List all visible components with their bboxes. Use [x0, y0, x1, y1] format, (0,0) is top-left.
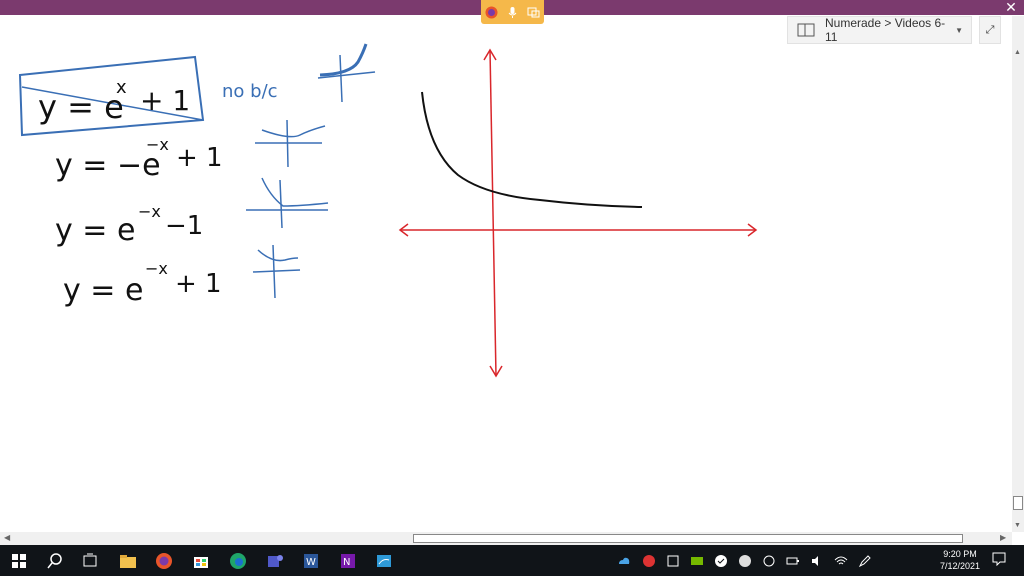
volume-icon[interactable]: [810, 554, 824, 568]
nvidia-icon[interactable]: [690, 554, 704, 568]
equation-2-tail: + 1: [176, 143, 223, 173]
wifi-icon[interactable]: [834, 554, 848, 568]
sketch-3: [246, 177, 329, 229]
decay-curve: [421, 91, 643, 208]
equation-4: y = e: [63, 273, 143, 308]
clock-time: 9:20 PM: [943, 549, 977, 559]
onenote-icon[interactable]: N: [338, 551, 358, 571]
equation-2-exponent: −x: [146, 135, 169, 154]
task-view-icon[interactable]: [80, 551, 100, 571]
svg-text:N: N: [343, 557, 350, 568]
scroll-right-icon[interactable]: ▶: [1000, 533, 1006, 542]
tray-app-icon[interactable]: [642, 554, 656, 568]
scroll-up-icon[interactable]: ▲: [1014, 49, 1021, 56]
equation-1-exponent: x: [116, 77, 127, 98]
equation-3-exponent: −x: [138, 202, 161, 221]
equation-4-tail: + 1: [175, 269, 222, 299]
equation-1: y = e: [38, 88, 124, 126]
snip-tray-icon[interactable]: [666, 554, 680, 568]
tray-app2-icon[interactable]: [738, 554, 752, 568]
clock-date: 7/12/2021: [939, 561, 981, 571]
firefox-taskbar-icon[interactable]: [154, 551, 174, 571]
windows-start-icon[interactable]: [9, 551, 29, 571]
taskbar: W N: [0, 545, 1024, 576]
y-axis: [489, 49, 497, 377]
sketch-2: [255, 119, 326, 168]
onedrive-icon[interactable]: [617, 554, 631, 568]
equation-2: y = −e: [55, 148, 161, 183]
equation-3-tail: −1: [165, 211, 203, 241]
svg-text:W: W: [306, 557, 316, 568]
equation-3: y = e: [55, 213, 135, 248]
whiteboard-icon[interactable]: [374, 551, 394, 571]
drawing-canvas[interactable]: y = e x + 1 y = −e −x + 1 y = e −x −1 y …: [0, 15, 1010, 530]
word-icon[interactable]: W: [301, 551, 321, 571]
sketch-4: [252, 244, 301, 299]
search-icon[interactable]: [45, 551, 65, 571]
tray-check-icon[interactable]: [714, 554, 728, 568]
horizontal-scrollbar[interactable]: ◀ ▶: [0, 532, 1012, 545]
notification-icon[interactable]: [992, 552, 1006, 566]
equation-1-note: no b/c: [222, 81, 278, 102]
refresh-icon[interactable]: [762, 554, 776, 568]
horizontal-scroll-thumb[interactable]: [413, 534, 963, 543]
scroll-left-icon[interactable]: ◀: [4, 533, 10, 542]
store-icon[interactable]: [191, 551, 211, 571]
equation-1-tail: + 1: [140, 84, 190, 117]
taskbar-clock[interactable]: 9:20 PM 7/12/2021: [938, 548, 982, 572]
file-explorer-icon[interactable]: [118, 551, 138, 571]
sketch-1: [317, 43, 376, 103]
battery-icon[interactable]: [786, 554, 800, 568]
pen-icon[interactable]: [858, 554, 872, 568]
equation-4-exponent: −x: [145, 259, 168, 278]
vertical-scroll-thumb[interactable]: [1013, 496, 1023, 510]
close-icon[interactable]: ✕: [1004, 0, 1018, 15]
vertical-scrollbar[interactable]: ▲ ▼: [1012, 16, 1024, 532]
edge-icon[interactable]: [228, 551, 248, 571]
scroll-down-icon[interactable]: ▼: [1014, 522, 1021, 529]
teams-icon[interactable]: [265, 551, 285, 571]
